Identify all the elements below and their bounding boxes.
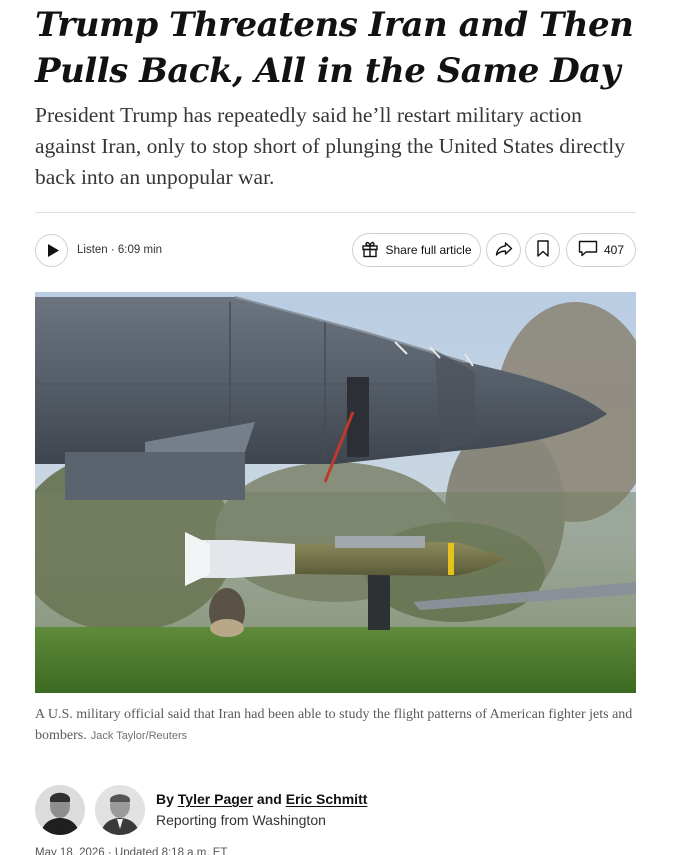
listen-button[interactable]: Listen · 6:09 min (35, 233, 162, 267)
play-icon[interactable] (35, 233, 68, 267)
photo-caption: A U.S. military official said that Iran … (35, 704, 636, 747)
save-button[interactable] (525, 233, 560, 267)
headline: Trump Threatens Iran and Then Pulls Back… (35, 5, 634, 91)
author-link-tyler-pager[interactable]: Tyler Pager (178, 791, 253, 807)
byline-prefix: By (156, 791, 174, 807)
share-arrow-icon (495, 241, 513, 260)
share-full-article-button[interactable]: Share full article (352, 233, 481, 267)
gift-icon (361, 240, 379, 261)
listen-label: Listen · 6:09 min (77, 244, 163, 256)
bookmark-icon (536, 240, 549, 260)
byline-text: By Tyler Pager and Eric Schmitt Reportin… (156, 789, 367, 831)
comment-icon (578, 240, 598, 260)
divider (35, 212, 636, 213)
summary: President Trump has repeatedly said he’l… (35, 103, 625, 189)
comments-button[interactable]: 407 (566, 233, 636, 267)
publish-timestamp: May 18, 2026 · Updated 8:18 a.m. ET (35, 847, 228, 855)
byline-authors: By Tyler Pager and Eric Schmitt (156, 789, 367, 809)
author-avatar-eric-schmitt[interactable] (95, 785, 145, 835)
comment-count: 407 (603, 243, 625, 257)
share-button[interactable] (486, 233, 521, 267)
byline-conjunction: and (256, 791, 282, 807)
byline-block: By Tyler Pager and Eric Schmitt Reportin… (35, 785, 636, 837)
photo-credit: Jack Taylor/Reuters (90, 730, 188, 742)
dateline: Reporting from Washington (156, 812, 326, 828)
crew-member (209, 588, 245, 637)
share-label: Share full article (385, 243, 472, 257)
lead-photo[interactable] (35, 292, 636, 693)
article-toolbar: Listen · 6:09 min Share full article 407 (35, 233, 636, 267)
author-link-eric-schmitt[interactable]: Eric Schmitt (286, 791, 368, 807)
author-avatar-tyler-pager[interactable] (35, 785, 85, 835)
